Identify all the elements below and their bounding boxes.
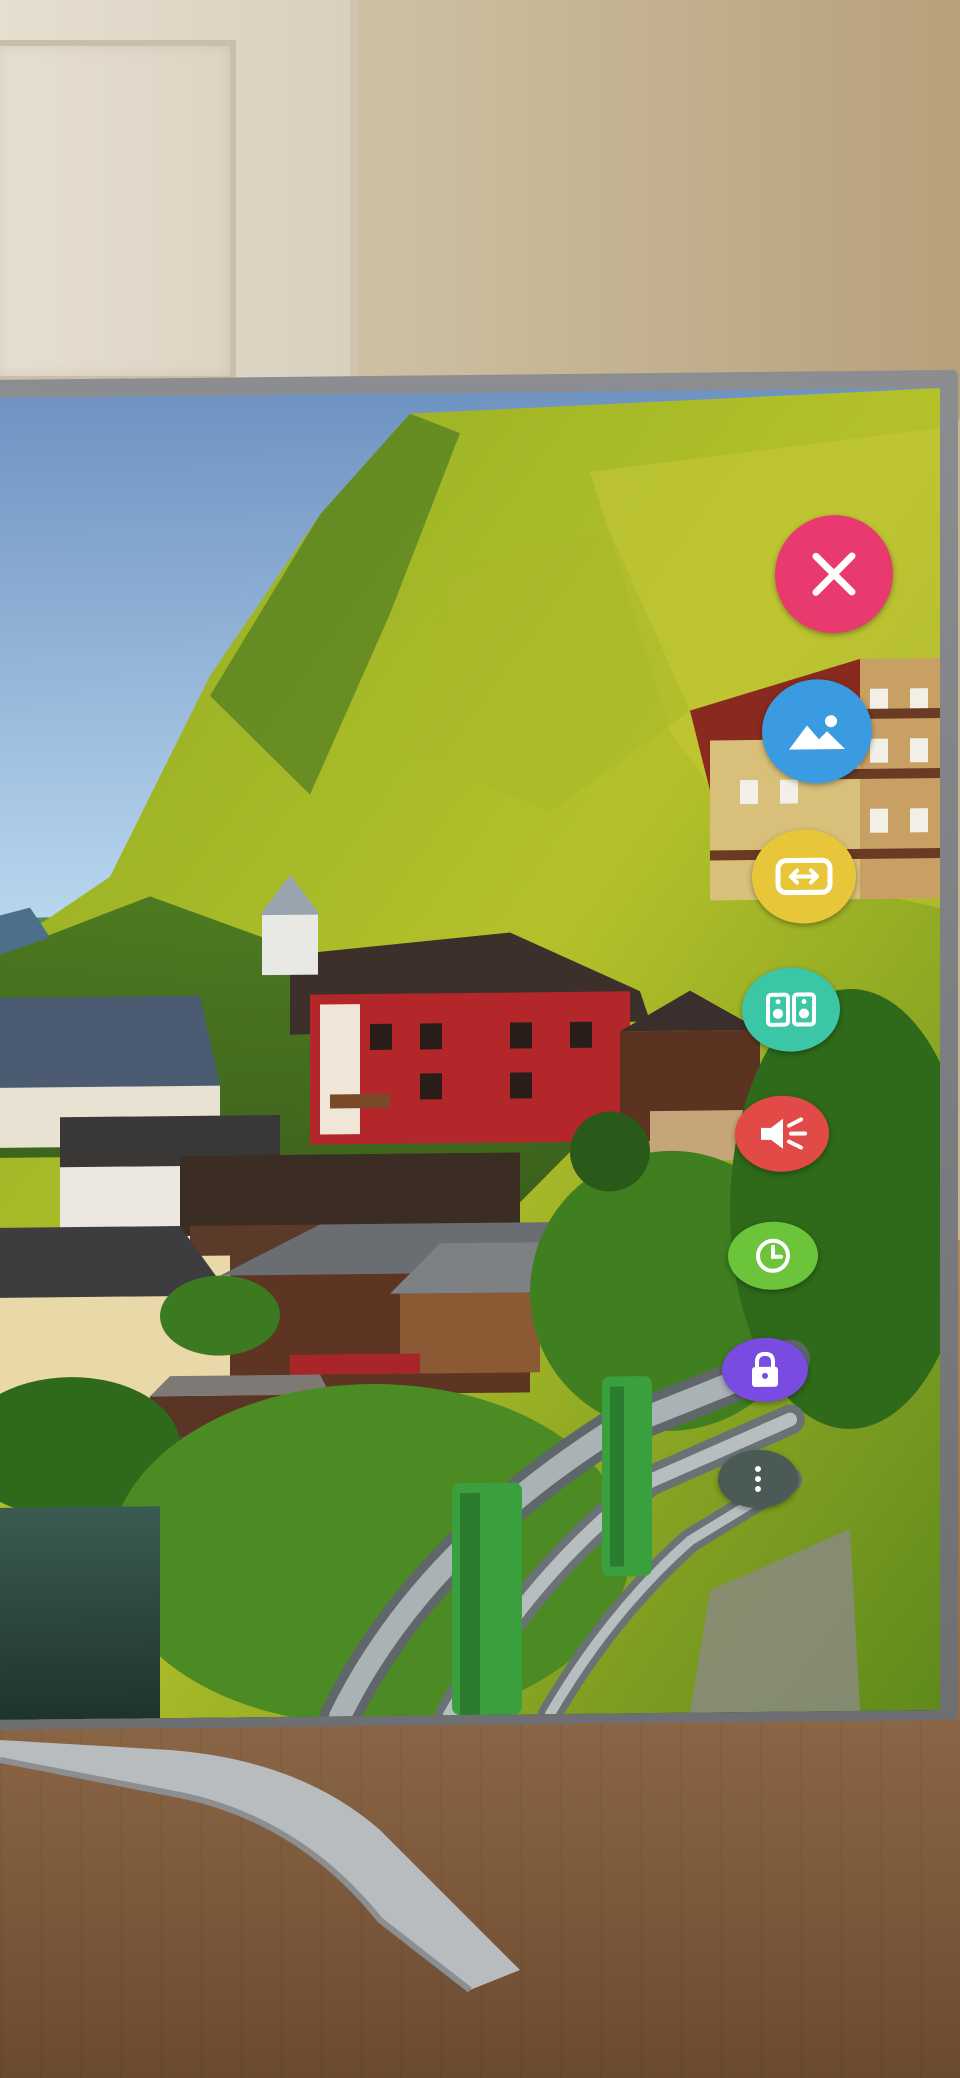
tv-screen	[0, 388, 940, 1720]
tv-frame	[0, 369, 958, 1730]
close-icon	[812, 552, 856, 596]
picture-icon	[789, 715, 845, 750]
room-door	[0, 0, 358, 420]
timer-icon	[756, 1238, 790, 1273]
more-icon	[755, 1465, 761, 1492]
door-panel	[0, 40, 236, 382]
aspect-ratio-icon	[775, 857, 833, 896]
lock-icon	[752, 1351, 778, 1387]
tv-stand	[0, 1740, 520, 2010]
speakers-icon	[766, 992, 816, 1027]
speaker-output-icon	[761, 1117, 807, 1150]
